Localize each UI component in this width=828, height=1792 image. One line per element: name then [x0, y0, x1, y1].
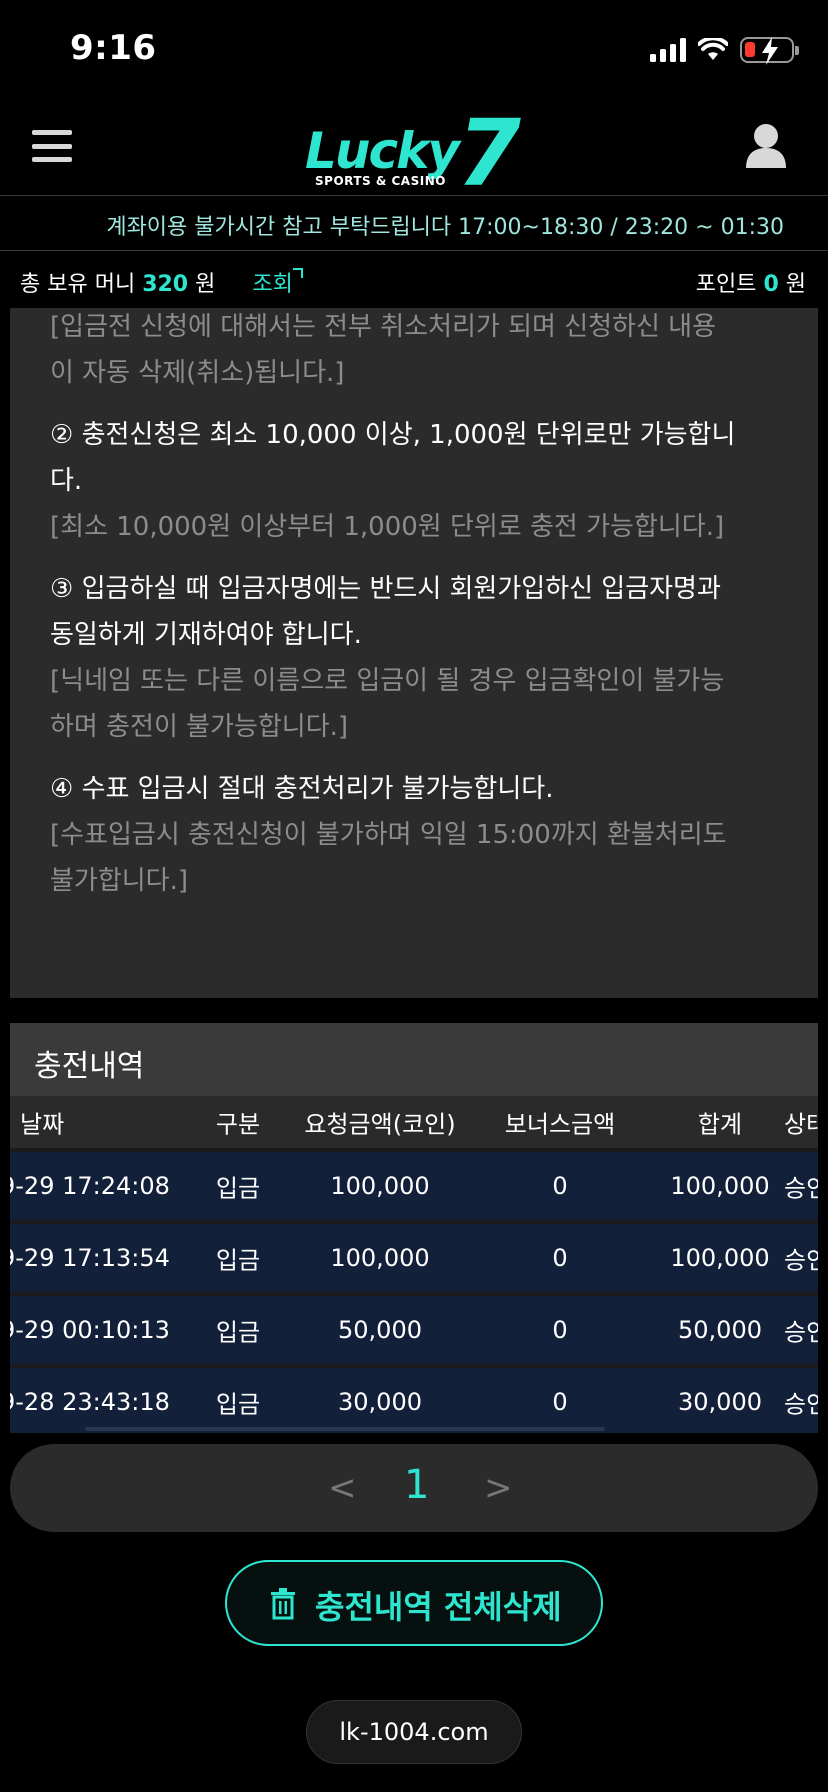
rule-line: 이 자동 삭제(취소)됩니다.]: [50, 358, 345, 388]
row-request: 30,000: [338, 1388, 422, 1416]
logo-text: Lucky: [305, 122, 460, 180]
col-request: 요청금액(코인): [304, 1110, 456, 1139]
rule-line: 다.: [50, 466, 83, 496]
history-title: 충전내역: [10, 1023, 818, 1096]
row-type: 입금: [215, 1174, 261, 1203]
balance-amount: 320: [142, 272, 189, 297]
point-label: 포인트: [695, 272, 757, 297]
notice-text: 계좌이용 불가시간 참고 부탁드립니다 17:00~18:30 / 23:20 …: [106, 215, 784, 240]
row-total: 100,000: [670, 1172, 770, 1200]
col-date: 날짜: [20, 1110, 65, 1139]
rule-line: 동일하게 기재하여야 합니다.: [50, 620, 362, 650]
row-bonus: 0: [552, 1316, 568, 1344]
next-page-button[interactable]: >: [484, 1468, 513, 1508]
point-amount: 0: [763, 272, 779, 297]
table-header: 날짜 구분 요청금액(코인) 보너스금액 합계 상태: [10, 1096, 818, 1148]
col-bonus: 보너스금액: [504, 1110, 616, 1139]
balance-unit: 원: [195, 272, 216, 297]
col-type: 구분: [215, 1110, 261, 1139]
notice-bar: 계좌이용 불가시간 참고 부탁드립니다 17:00~18:30 / 23:20 …: [0, 197, 828, 251]
row-request: 100,000: [330, 1244, 430, 1272]
balance-info: 총 보유 머니 320 원 조회: [20, 266, 293, 298]
wifi-icon: [698, 38, 728, 60]
delete-all-history-button[interactable]: 충전내역 전체삭제: [225, 1560, 603, 1646]
table-row: 9-29 17:24:08 입금 100,000 0 100,000 승인: [10, 1152, 818, 1220]
rule-line: [입금전 신청에 대해서는 전부 취소처리가 되며 신청하신 내용: [50, 312, 716, 342]
domain-badge[interactable]: lk-1004.com: [306, 1700, 522, 1764]
rule-line: [닉네임 또는 다른 이름으로 입금이 될 경우 입금확인이 불가능: [50, 666, 725, 696]
row-type: 입금: [215, 1318, 261, 1347]
pagination: < 1 >: [10, 1444, 818, 1532]
row-request: 50,000: [338, 1316, 422, 1344]
hamburger-menu-icon[interactable]: [32, 130, 72, 162]
row-status: 승인: [784, 1318, 818, 1347]
point-info: 포인트 0 원: [696, 266, 806, 298]
row-bonus: 0: [552, 1244, 568, 1272]
row-status: 승인: [784, 1390, 818, 1419]
row-status: 승인: [784, 1246, 818, 1275]
row-status: 승인: [784, 1174, 818, 1203]
trash-icon: [271, 1588, 295, 1620]
balance-label: 총 보유 머니: [20, 272, 136, 297]
col-status: 상태: [784, 1110, 818, 1139]
row-bonus: 0: [552, 1172, 568, 1200]
delete-all-label: 충전내역 전체삭제: [315, 1588, 562, 1626]
battery-low-charging-icon: [740, 37, 799, 65]
row-total: 100,000: [670, 1244, 770, 1272]
current-page[interactable]: 1: [404, 1462, 429, 1508]
table-row: 9-29 17:13:54 입금 100,000 0 100,000 승인: [10, 1224, 818, 1292]
row-total: 30,000: [678, 1388, 762, 1416]
row-type: 입금: [215, 1390, 261, 1419]
rule-line: ③ 입금하실 때 입금자명에는 반드시 회원가입하신 입금자명과: [50, 574, 721, 604]
balance-check-link[interactable]: 조회: [252, 272, 292, 297]
row-type: 입금: [215, 1246, 261, 1275]
rule-line: [최소 10,000원 이상부터 1,000원 단위로 충전 가능합니다.]: [50, 512, 725, 542]
app-header: Lucky 7 SPORTS & CASINO: [0, 100, 828, 207]
row-request: 100,000: [330, 1172, 430, 1200]
table-row: 9-29 00:10:13 입금 50,000 0 50,000 승인: [10, 1296, 818, 1364]
rule-line: ④ 수표 입금시 절대 충전처리가 불가능합니다.: [50, 774, 554, 804]
point-unit: 원: [785, 272, 806, 297]
status-bar: 9:16: [0, 0, 828, 100]
col-total: 합계: [697, 1110, 743, 1139]
rule-line: [수표입금시 충전신청이 불가하며 익일 15:00까지 환불처리도: [50, 820, 727, 850]
status-icons: [650, 36, 799, 65]
rule-line: 하며 충전이 불가능합니다.]: [50, 712, 349, 742]
logo-number: 7: [457, 100, 522, 207]
rule-line: 불가합니다.]: [50, 866, 189, 896]
row-date: 9-28 23:43:18: [10, 1388, 170, 1416]
deposit-rules-panel: [입금전 신청에 대해서는 전부 취소처리가 되며 신청하신 내용 이 자동 삭…: [10, 308, 818, 998]
balance-bar: 총 보유 머니 320 원 조회 포인트 0 원: [0, 252, 828, 308]
user-icon[interactable]: [744, 122, 788, 168]
table-row: 9-28 23:43:18 입금 30,000 0 30,000 승인: [10, 1368, 818, 1433]
horizontal-scrollbar[interactable]: [85, 1427, 605, 1431]
row-date: 9-29 00:10:13: [10, 1316, 170, 1344]
row-total: 50,000: [678, 1316, 762, 1344]
row-date: 9-29 17:13:54: [10, 1244, 170, 1272]
prev-page-button[interactable]: <: [328, 1468, 357, 1508]
charge-history-panel: 충전내역 날짜 구분 요청금액(코인) 보너스금액 합계 상태 9-29 17:…: [10, 1023, 818, 1433]
logo[interactable]: Lucky 7 SPORTS & CASINO: [305, 100, 525, 207]
rule-line: ② 충전신청은 최소 10,000 이상, 1,000원 단위로만 가능합니: [50, 420, 736, 450]
row-date: 9-29 17:24:08: [10, 1172, 170, 1200]
row-bonus: 0: [552, 1388, 568, 1416]
logo-subtitle: SPORTS & CASINO: [315, 174, 446, 188]
signal-icon: [650, 38, 686, 62]
status-time: 9:16: [70, 28, 157, 68]
